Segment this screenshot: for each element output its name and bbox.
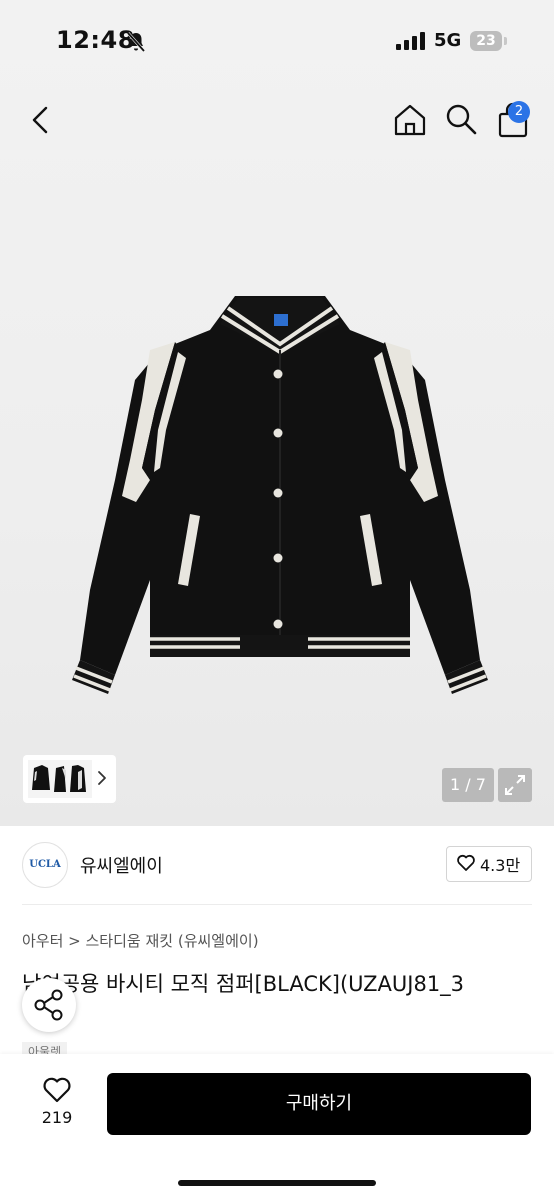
battery-tip: [504, 37, 507, 45]
search-icon[interactable]: [444, 102, 478, 136]
battery-icon: 23: [470, 31, 502, 51]
signal-icon: [396, 32, 425, 50]
network-type: 5G: [434, 30, 462, 51]
share-button[interactable]: [22, 978, 76, 1032]
image-counter: 1 / 7: [442, 768, 494, 802]
wishlist-heart-icon[interactable]: [42, 1076, 72, 1104]
wishlist-count: 219: [41, 1108, 73, 1127]
share-icon: [34, 989, 63, 1021]
cart-count-badge: 2: [508, 101, 530, 123]
breadcrumb[interactable]: 아우터 > 스타디움 재킷 (유씨엘에이): [22, 930, 259, 951]
product-title: 남여공용 바시티 모직 점퍼[BLACK](UZAUJ81_3: [22, 972, 465, 996]
home-icon[interactable]: [392, 102, 428, 138]
back-button[interactable]: [24, 100, 60, 140]
home-indicator: [178, 1180, 376, 1186]
muted-bell-icon: [126, 32, 146, 52]
buy-button[interactable]: 구매하기: [107, 1073, 531, 1135]
product-image: [72, 296, 488, 694]
chevron-right-icon[interactable]: [96, 770, 108, 786]
status-bar: 12:48 5G 23: [0, 0, 554, 80]
brand-like-count[interactable]: 4.3만: [480, 852, 520, 876]
brand-name[interactable]: 유씨엘에이: [80, 852, 163, 878]
heart-icon[interactable]: [456, 854, 476, 872]
brand-logo[interactable]: UCLA: [22, 842, 68, 888]
expand-icon[interactable]: [498, 768, 532, 802]
divider: [22, 904, 532, 905]
thumbnail-images[interactable]: [28, 760, 92, 798]
